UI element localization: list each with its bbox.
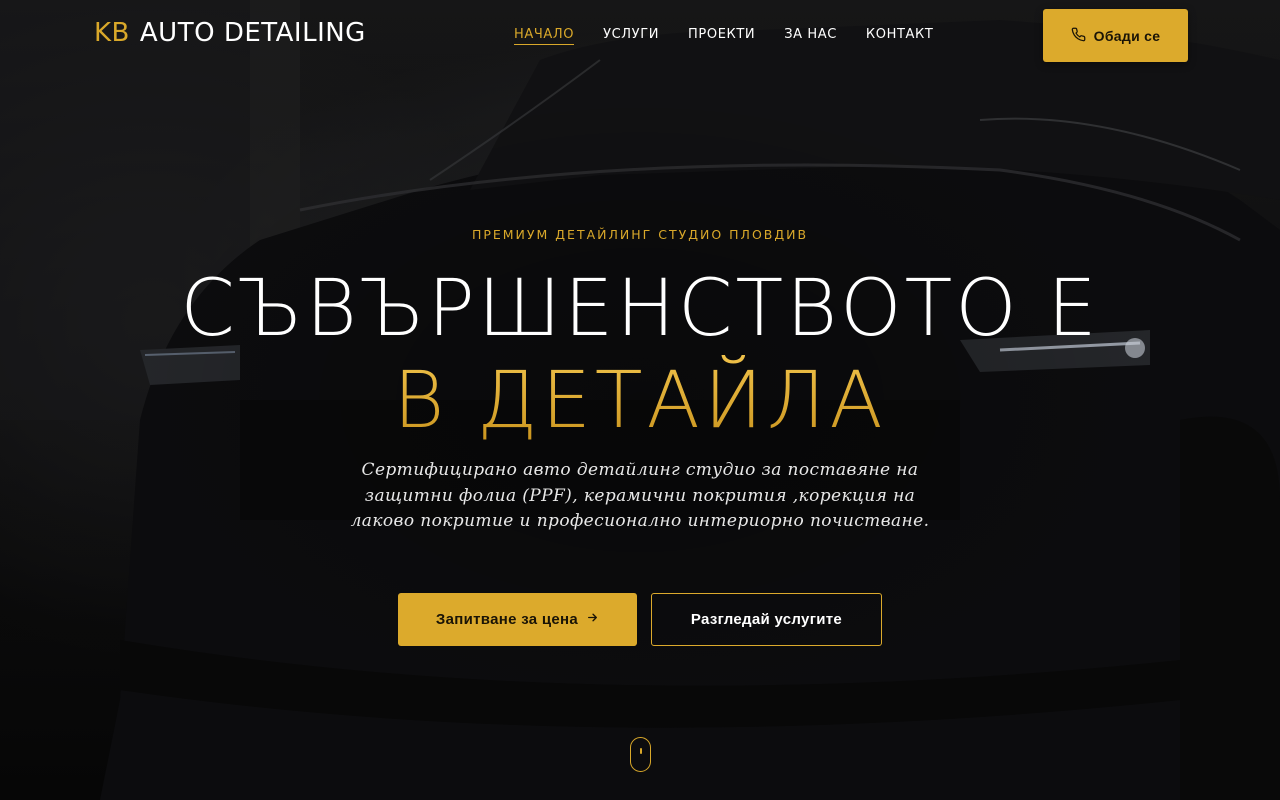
site-header: KB AUTO DETAILING НАЧАЛО УСЛУГИ ПРОЕКТИ З…: [0, 0, 1280, 72]
scroll-dot: [639, 748, 642, 754]
nav-item-services[interactable]: УСЛУГИ: [603, 27, 659, 45]
main-nav: НАЧАЛО УСЛУГИ ПРОЕКТИ ЗА НАС КОНТАКТ: [514, 27, 933, 45]
quote-request-label: Запитване за цена: [435, 611, 579, 628]
site-logo[interactable]: KB AUTO DETAILING: [94, 18, 366, 48]
hero-subtitle: Сертифицирано авто детайлинг студио за п…: [350, 460, 930, 531]
logo-kb: KB: [94, 18, 130, 48]
hero-headline-line1: СЪВЪРШЕНСТВОТО Е: [180, 264, 1100, 354]
quote-request-button[interactable]: Запитване за цена: [398, 593, 637, 646]
nav-item-projects[interactable]: ПРОЕКТИ: [688, 27, 755, 45]
nav-item-about[interactable]: ЗА НАС: [784, 27, 837, 45]
view-services-button[interactable]: Разгледай услугите: [651, 593, 882, 646]
nav-item-home[interactable]: НАЧАЛО: [514, 27, 575, 45]
call-button[interactable]: Обади се: [1043, 9, 1188, 62]
call-button-label: Обади се: [1093, 27, 1161, 44]
hero-headline-line2: В ДЕТАЙЛА: [0, 355, 1280, 447]
hero-eyebrow: ПРЕМИУМ ДЕТАЙЛИНГ СТУДИО ПЛОВДИВ: [471, 227, 809, 242]
mouse-scroll-icon[interactable]: [630, 737, 651, 772]
nav-item-contact[interactable]: КОНТАКТ: [866, 27, 933, 45]
phone-icon: [1071, 27, 1086, 45]
arrow-right-icon: [586, 611, 599, 628]
hero-headline: СЪВЪРШЕНСТВОТО Е В ДЕТАЙЛА: [0, 263, 1280, 447]
view-services-label: Разгледай услугите: [690, 611, 843, 628]
logo-text: AUTO DETAILING: [139, 18, 366, 48]
